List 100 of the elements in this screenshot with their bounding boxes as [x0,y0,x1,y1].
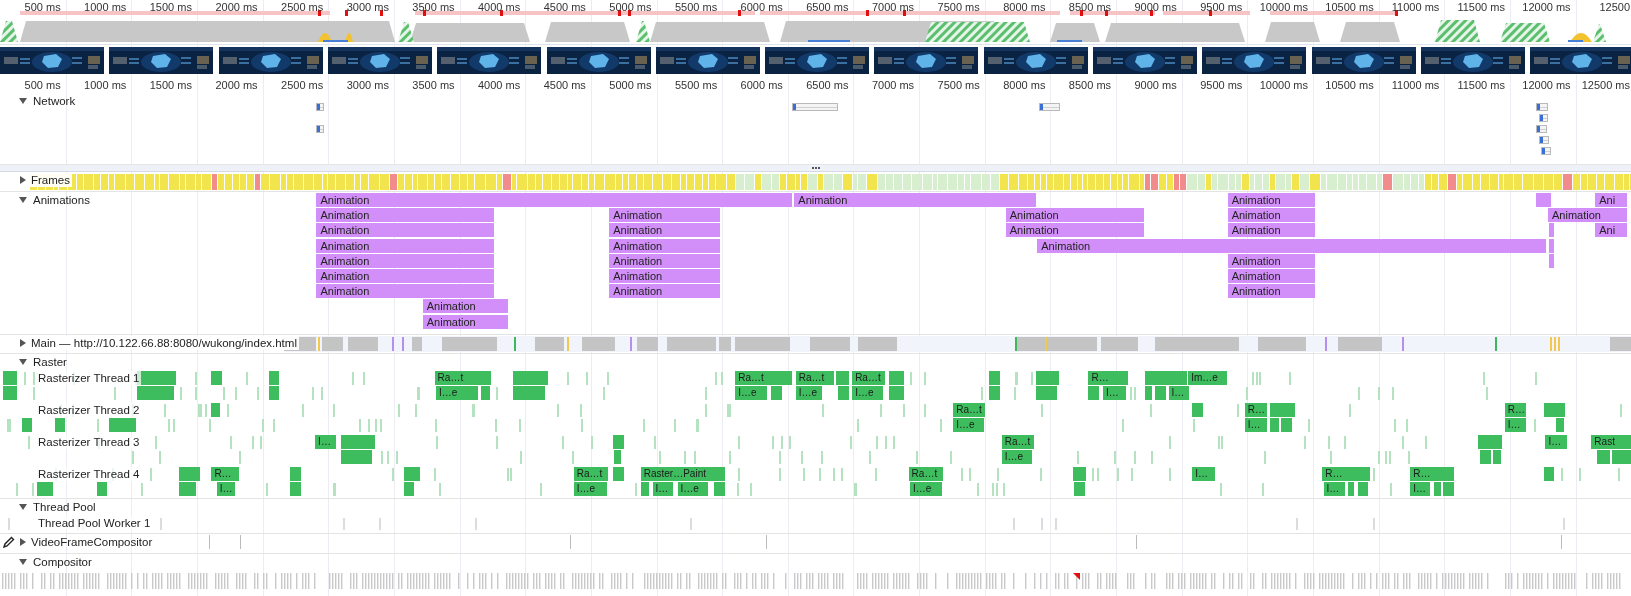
raster-task-bar[interactable] [1035,371,1060,385]
raster-task-bar[interactable]: I…e [852,386,884,400]
raster-task-bar[interactable]: Ra…t [1001,435,1035,449]
raster-task-bar[interactable]: R… [1504,403,1527,417]
raster-task-bar[interactable] [1192,403,1204,417]
track-title[interactable]: Network [31,94,78,108]
raster-task-bar[interactable] [1596,450,1612,464]
raster-task-bar[interactable] [404,482,415,496]
raster-task-bar[interactable]: I…e [795,386,824,400]
raster-task-bar[interactable]: Ra…t [434,371,493,385]
network-request-bar[interactable] [1536,103,1548,111]
thread-label[interactable]: Rasterizer Thread 3 [36,435,142,449]
raster-task-bar[interactable] [1492,450,1503,464]
raster-task-bar[interactable]: I…e [435,386,480,400]
raster-task-bar[interactable]: Ra…t [908,467,945,481]
raster-task-bar[interactable] [269,386,280,400]
animation-bar[interactable]: Animation [316,193,794,207]
raster-task-bar[interactable] [888,371,905,385]
raster-task-bar[interactable] [1088,386,1101,400]
raster-task-bar[interactable] [269,371,280,385]
animation-bar[interactable]: Animation [422,299,510,314]
animation-bar[interactable]: Animation [609,284,721,299]
raster-task-bar[interactable] [290,482,302,496]
animation-bar[interactable]: Animation [316,238,495,253]
raster-task-bar[interactable]: Ra…t [795,371,836,385]
caret-down-icon[interactable] [19,559,27,565]
raster-task-bar[interactable] [108,418,137,432]
track-title[interactable]: Animations [31,193,92,207]
raster-task-bar[interactable] [988,386,1001,400]
raster-task-bar[interactable] [211,371,224,385]
raster-task-bar[interactable] [1544,403,1567,417]
animation-bar[interactable]: Animation [316,208,495,223]
raster-task-bar[interactable]: Ra…t [852,371,887,385]
raster-task-bar[interactable] [1348,482,1355,496]
pencil-icon[interactable] [3,536,15,548]
thread-label[interactable]: Thread Pool Worker 1 [36,516,153,530]
resize-handle-icon[interactable] [811,167,820,169]
track-title[interactable]: Main — http://10.122.66.88:8080/wukong/index.html [29,336,299,350]
raster-task-bar[interactable] [1443,482,1455,496]
raster-task-bar[interactable] [1357,482,1370,496]
raster-task-bar[interactable] [1072,467,1088,481]
animation-bar[interactable]: Ani [1595,193,1629,207]
raster-task-bar[interactable]: I…e [1001,450,1034,464]
raster-task-bar[interactable] [2,386,19,400]
network-request-bar[interactable] [316,125,325,133]
raster-task-bar[interactable]: I…e [735,386,769,400]
raster-task-bar[interactable] [1544,467,1555,481]
animation-bar[interactable]: Animation [794,193,1038,207]
raster-task-bar[interactable]: I… [1192,467,1216,481]
network-request-bar[interactable] [1038,103,1060,111]
raster-task-bar[interactable] [290,467,302,481]
network-request-bar[interactable] [316,103,325,111]
raster-task-bar[interactable] [1269,403,1296,417]
animation-bar[interactable]: Animation [1037,238,1547,253]
thread-label[interactable]: Rasterizer Thread 4 [36,467,142,481]
raster-task-bar[interactable] [836,371,850,385]
raster-task-bar[interactable]: R… [1322,467,1371,481]
animation-bar[interactable]: Animation [1227,284,1316,299]
animation-bar[interactable] [1549,223,1555,238]
raster-task-bar[interactable] [211,403,221,417]
raster-task-bar[interactable] [136,386,175,400]
thread-label[interactable]: Rasterizer Thread 1 [36,371,142,385]
network-request-bar[interactable] [1538,136,1550,144]
raster-task-bar[interactable] [1074,482,1086,496]
caret-down-icon[interactable] [19,197,27,203]
raster-task-bar[interactable] [178,467,201,481]
raster-task-bar[interactable] [36,482,54,496]
raster-task-bar[interactable]: Ra…t [573,467,610,481]
raster-task-bar[interactable]: I…e [953,418,985,432]
raster-task-bar[interactable] [1478,435,1504,449]
caret-right-icon[interactable] [20,538,26,546]
raster-task-bar[interactable] [613,467,625,481]
raster-task-bar[interactable] [1155,386,1168,400]
animation-bar[interactable]: Ani [1595,223,1629,238]
raster-task-bar[interactable]: Ra…t [735,371,794,385]
raster-task-bar[interactable] [1555,418,1566,432]
animation-bar[interactable]: Animation [1227,193,1316,207]
network-request-bar[interactable] [1536,125,1547,133]
raster-task-bar[interactable]: I… [1323,482,1346,496]
animation-bar[interactable]: Animation [1548,208,1629,223]
raster-task-bar[interactable] [1035,386,1059,400]
raster-task-bar[interactable] [2,371,19,385]
raster-task-bar[interactable]: R… [1088,371,1130,385]
network-request-bar[interactable] [1538,114,1548,122]
animation-bar[interactable]: Animation [1227,223,1316,238]
raster-task-bar[interactable] [404,467,422,481]
raster-task-bar[interactable] [988,371,1001,385]
network-request-bar[interactable] [1541,147,1551,155]
raster-task-bar[interactable] [1144,371,1189,385]
raster-task-bar[interactable] [1144,386,1153,400]
raster-task-bar[interactable] [613,435,625,449]
raster-task-bar[interactable]: I… [315,435,338,449]
raster-task-bar[interactable]: Im…e [1188,371,1228,385]
raster-task-bar[interactable] [1433,482,1442,496]
raster-task-bar[interactable] [614,450,623,464]
raster-task-bar[interactable] [888,386,905,400]
animation-bar[interactable] [1549,238,1555,253]
raster-task-bar[interactable]: I… [1504,418,1527,432]
raster-task-bar[interactable]: R… [211,467,241,481]
raster-task-bar[interactable]: R… [1244,403,1269,417]
